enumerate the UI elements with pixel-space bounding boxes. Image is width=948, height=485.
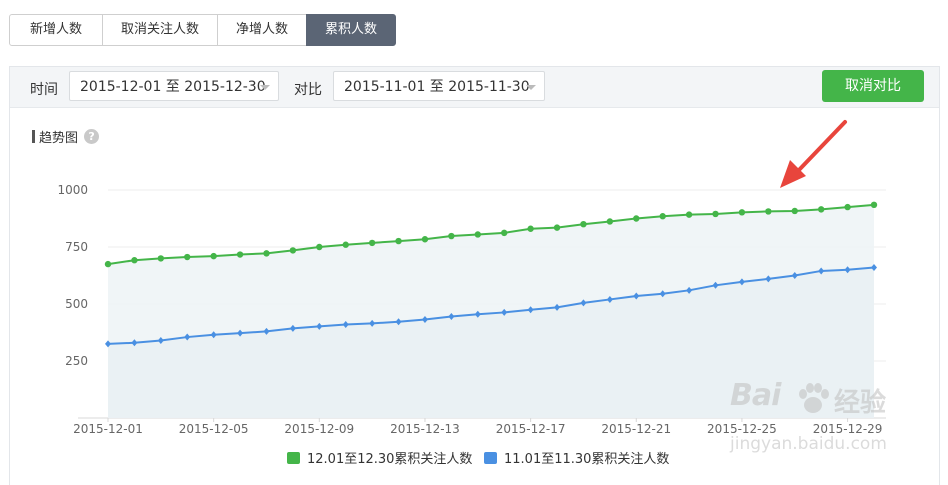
legend-label: 11.01至11.30累积关注人数 [504,452,669,467]
data-point [501,229,508,237]
baidu-jingyan-watermark: Bai 经验 jingyan.baidu.com [730,378,940,468]
watermark-suffix: 经验 [834,388,887,418]
data-point [738,209,746,216]
data-point [448,232,455,240]
data-point [316,243,323,251]
data-point [184,253,191,261]
x-tick-label: 2015-12-13 [390,422,460,436]
data-point [606,218,614,225]
data-point [342,241,349,248]
data-point [659,213,666,220]
data-point [870,201,878,209]
data-point [580,221,587,228]
data-point [395,237,402,245]
data-point [712,210,719,218]
data-point [553,224,561,231]
paw-icon [799,383,829,413]
legend-swatch [287,452,300,464]
data-point [104,260,112,268]
data-point [263,250,270,257]
y-tick-label: 250 [65,354,88,368]
x-tick-label: 2015-12-01 [73,422,143,436]
x-tick-label: 2015-12-17 [496,422,566,436]
data-point [236,251,244,258]
legend-label: 12.01至12.30累积关注人数 [307,452,472,467]
x-tick-label: 2015-12-05 [179,422,249,436]
x-tick-label: 2015-12-21 [601,422,671,436]
data-point [527,225,534,232]
y-tick-label: 750 [65,240,88,254]
y-tick-label: 1000 [57,183,88,197]
data-point [157,255,165,262]
legend-swatch [484,452,497,464]
data-point [844,203,851,211]
data-point [131,257,138,264]
data-point [289,247,297,254]
x-tick-label: 2015-12-09 [284,422,354,436]
watermark-url: jingyan.baidu.com [730,434,887,454]
annotation-arrow [796,120,847,173]
data-point [368,239,376,247]
data-point [817,206,825,213]
data-point [421,236,429,243]
data-point [210,252,217,260]
data-point [685,211,693,218]
data-point [765,208,772,215]
data-point [633,215,640,222]
data-point [791,207,798,215]
data-point [474,231,481,238]
y-tick-label: 500 [65,297,88,311]
watermark-brand: Bai [730,378,781,413]
